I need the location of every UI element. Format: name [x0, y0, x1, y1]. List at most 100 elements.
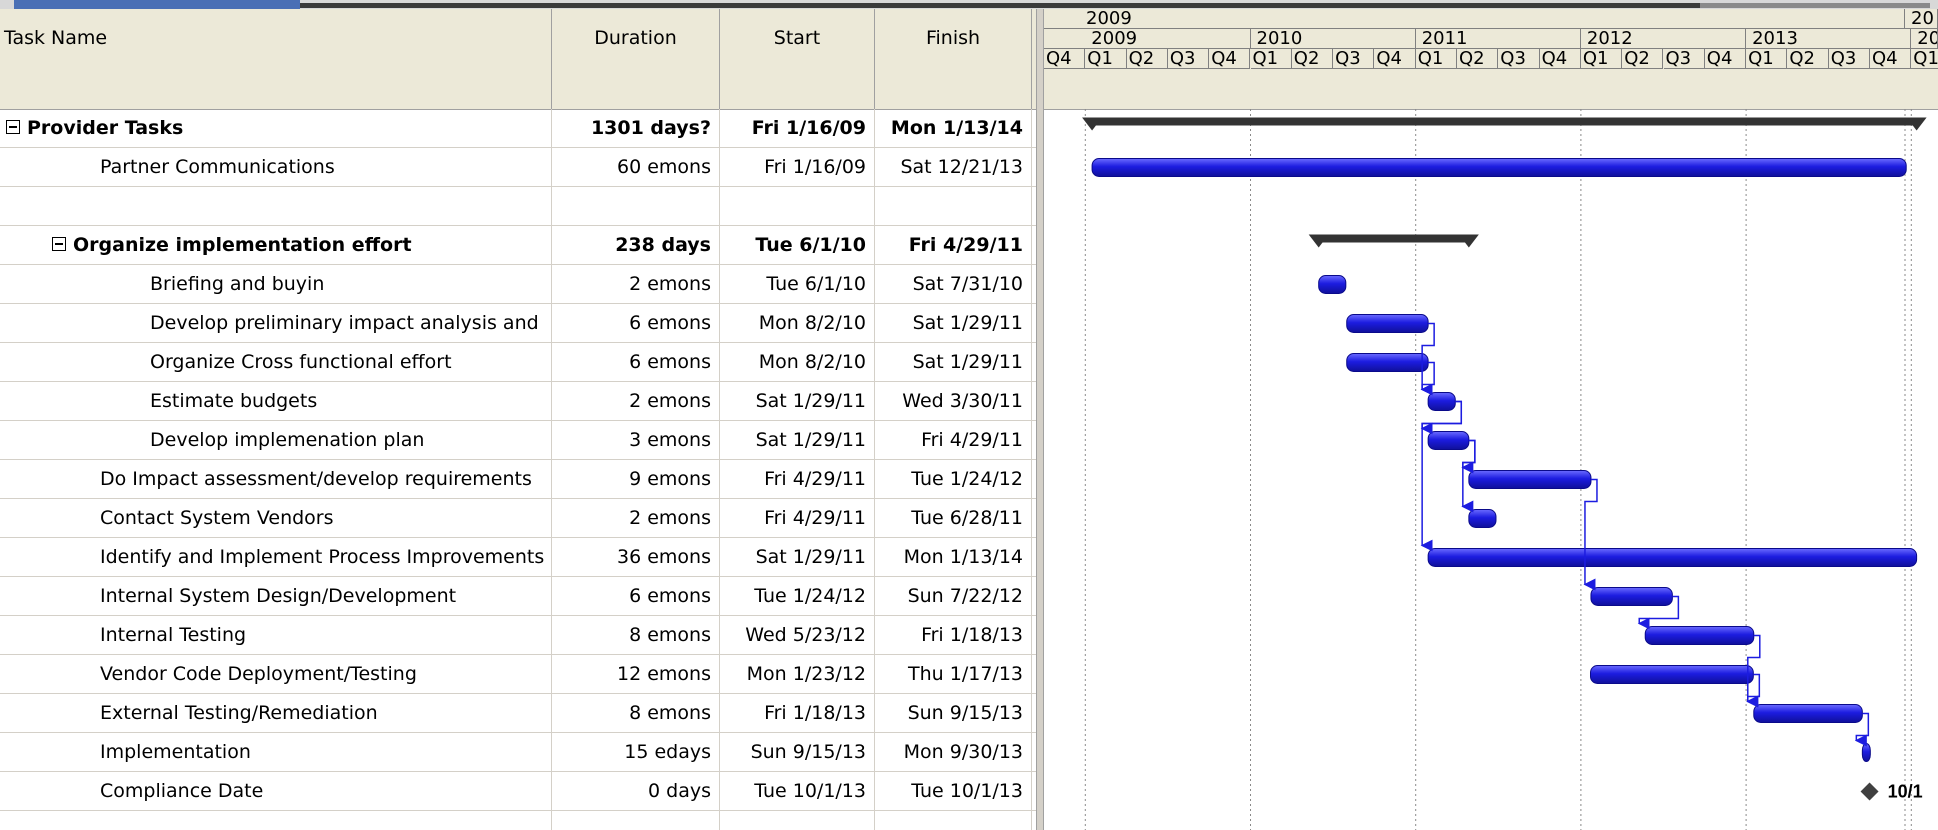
- task-name-cell[interactable]: Estimate budgets: [0, 382, 552, 421]
- finish-cell[interactable]: Fri 4/29/11: [875, 421, 1032, 460]
- blank-row[interactable]: [0, 187, 1036, 226]
- finish-cell[interactable]: Fri 1/18/13: [875, 616, 1032, 655]
- start-cell[interactable]: Fri 4/29/11: [720, 499, 875, 538]
- column-header-duration[interactable]: Duration: [552, 9, 720, 109]
- column-header-finish[interactable]: Finish: [875, 9, 1032, 109]
- start-cell[interactable]: Sun 9/15/13: [720, 733, 875, 772]
- task-name-cell[interactable]: External Testing/Remediation: [0, 694, 552, 733]
- duration-cell[interactable]: [552, 811, 720, 830]
- task-row[interactable]: Develop preliminary impact analysis and 6…: [0, 304, 1036, 343]
- duration-cell[interactable]: 6 emons: [552, 577, 720, 616]
- task-name-cell[interactable]: Implementation: [0, 733, 552, 772]
- duration-cell[interactable]: [552, 187, 720, 226]
- duration-cell[interactable]: 6 emons: [552, 343, 720, 382]
- task-row[interactable]: Provider Tasks 1301 days? Fri 1/16/09 Mon 1…: [0, 109, 1036, 148]
- finish-cell[interactable]: Sat 1/29/11: [875, 304, 1032, 343]
- finish-cell[interactable]: Thu 1/17/13: [875, 655, 1032, 694]
- summary-bar[interactable]: [1092, 117, 1917, 126]
- duration-cell[interactable]: 36 emons: [552, 538, 720, 577]
- task-name-cell[interactable]: Contact System Vendors: [0, 499, 552, 538]
- duration-cell[interactable]: 15 edays: [552, 733, 720, 772]
- task-name-cell[interactable]: Compliance Date: [0, 772, 552, 811]
- finish-cell[interactable]: Wed 3/30/11: [875, 382, 1032, 421]
- start-cell[interactable]: Tue 1/24/12: [720, 577, 875, 616]
- collapse-toggle-icon[interactable]: [6, 119, 20, 134]
- task-row[interactable]: Implementation 15 edays Sun 9/15/13 Mon 9/3…: [0, 733, 1036, 772]
- start-cell[interactable]: Sat 1/29/11: [720, 382, 875, 421]
- task-name-cell[interactable]: Provider Tasks: [0, 109, 552, 148]
- task-row[interactable]: Organize Cross functional effort 6 emons M…: [0, 343, 1036, 382]
- task-bar[interactable]: [1346, 314, 1429, 333]
- task-bar[interactable]: [1427, 431, 1470, 450]
- finish-cell[interactable]: Sat 1/29/11: [875, 343, 1032, 382]
- start-cell[interactable]: [720, 187, 875, 226]
- finish-cell[interactable]: [875, 811, 1032, 830]
- duration-cell[interactable]: 2 emons: [552, 382, 720, 421]
- start-cell[interactable]: Fri 1/16/09: [720, 148, 875, 187]
- start-cell[interactable]: Mon 8/2/10: [720, 343, 875, 382]
- duration-cell[interactable]: 8 emons: [552, 616, 720, 655]
- task-bar[interactable]: [1091, 158, 1907, 177]
- start-cell[interactable]: Mon 1/23/12: [720, 655, 875, 694]
- start-cell[interactable]: Tue 6/1/10: [720, 265, 875, 304]
- duration-cell[interactable]: 12 emons: [552, 655, 720, 694]
- start-cell[interactable]: Fri 1/18/13: [720, 694, 875, 733]
- task-row[interactable]: Vendor Code Deployment/Testing 12 emons Mo…: [0, 655, 1036, 694]
- task-name-cell[interactable]: Organize Cross functional effort: [0, 343, 552, 382]
- finish-cell[interactable]: Sun 9/15/13: [875, 694, 1032, 733]
- task-name-cell[interactable]: [0, 187, 552, 226]
- task-name-cell[interactable]: Internal Testing: [0, 616, 552, 655]
- task-row[interactable]: Organize implementation effort 238 days Tu…: [0, 226, 1036, 265]
- duration-cell[interactable]: 9 emons: [552, 460, 720, 499]
- task-bar[interactable]: [1427, 392, 1456, 411]
- start-cell[interactable]: Tue 10/1/13: [720, 772, 875, 811]
- start-cell[interactable]: Sat 1/29/11: [720, 421, 875, 460]
- task-row[interactable]: Do Impact assessment/develop requirement…: [0, 460, 1036, 499]
- task-row[interactable]: Partner Communications 60 emons Fri 1/16/0…: [0, 148, 1036, 187]
- task-row[interactable]: External Testing/Remediation 8 emons Fri 1…: [0, 694, 1036, 733]
- task-name-cell[interactable]: Develop implemenation plan: [0, 421, 552, 460]
- task-bar[interactable]: [1318, 275, 1347, 294]
- duration-cell[interactable]: 8 emons: [552, 694, 720, 733]
- task-row[interactable]: Internal System Design/Development 6 emon…: [0, 577, 1036, 616]
- task-row[interactable]: Contact System Vendors 2 emons Fri 4/29/11…: [0, 499, 1036, 538]
- task-bar[interactable]: [1427, 548, 1918, 567]
- column-header-task-name[interactable]: Task Name: [0, 9, 552, 109]
- task-name-cell[interactable]: Do Impact assessment/develop requirement…: [0, 460, 552, 499]
- summary-bar[interactable]: [1318, 234, 1469, 243]
- task-row[interactable]: Identify and Implement Process Improveme…: [0, 538, 1036, 577]
- milestone-diamond-icon[interactable]: [1860, 782, 1879, 801]
- start-cell[interactable]: Sat 1/29/11: [720, 538, 875, 577]
- task-name-cell[interactable]: Identify and Implement Process Improveme…: [0, 538, 552, 577]
- task-bar[interactable]: [1468, 470, 1592, 489]
- start-cell[interactable]: [720, 811, 875, 830]
- collapse-toggle-icon[interactable]: [52, 236, 66, 251]
- task-row[interactable]: Estimate budgets 2 emons Sat 1/29/11 Wed 3/…: [0, 382, 1036, 421]
- finish-cell[interactable]: Sat 12/21/13: [875, 148, 1032, 187]
- finish-cell[interactable]: Tue 10/1/13: [875, 772, 1032, 811]
- finish-cell[interactable]: Mon 1/13/14: [875, 538, 1032, 577]
- start-cell[interactable]: Wed 5/23/12: [720, 616, 875, 655]
- start-cell[interactable]: Fri 1/16/09: [720, 109, 875, 148]
- pane-splitter[interactable]: [1036, 9, 1044, 830]
- blank-row[interactable]: [0, 811, 1036, 830]
- finish-cell[interactable]: Sun 7/22/12: [875, 577, 1032, 616]
- finish-cell[interactable]: Tue 1/24/12: [875, 460, 1032, 499]
- task-bar[interactable]: [1861, 743, 1871, 762]
- duration-cell[interactable]: 60 emons: [552, 148, 720, 187]
- task-row[interactable]: Develop implemenation plan 3 emons Sat 1/2…: [0, 421, 1036, 460]
- task-row[interactable]: Internal Testing 8 emons Wed 5/23/12 Fri 1/…: [0, 616, 1036, 655]
- start-cell[interactable]: Fri 4/29/11: [720, 460, 875, 499]
- task-bar[interactable]: [1468, 509, 1497, 528]
- task-bar[interactable]: [1590, 665, 1754, 684]
- duration-cell[interactable]: 2 emons: [552, 265, 720, 304]
- duration-cell[interactable]: 0 days: [552, 772, 720, 811]
- finish-cell[interactable]: Tue 6/28/11: [875, 499, 1032, 538]
- duration-cell[interactable]: 2 emons: [552, 499, 720, 538]
- finish-cell[interactable]: Fri 4/29/11: [875, 226, 1032, 265]
- finish-cell[interactable]: [875, 187, 1032, 226]
- toolbar-scroll[interactable]: [300, 3, 1700, 8]
- duration-cell[interactable]: 1301 days?: [552, 109, 720, 148]
- task-name-cell[interactable]: Vendor Code Deployment/Testing: [0, 655, 552, 694]
- task-bar[interactable]: [1644, 626, 1755, 645]
